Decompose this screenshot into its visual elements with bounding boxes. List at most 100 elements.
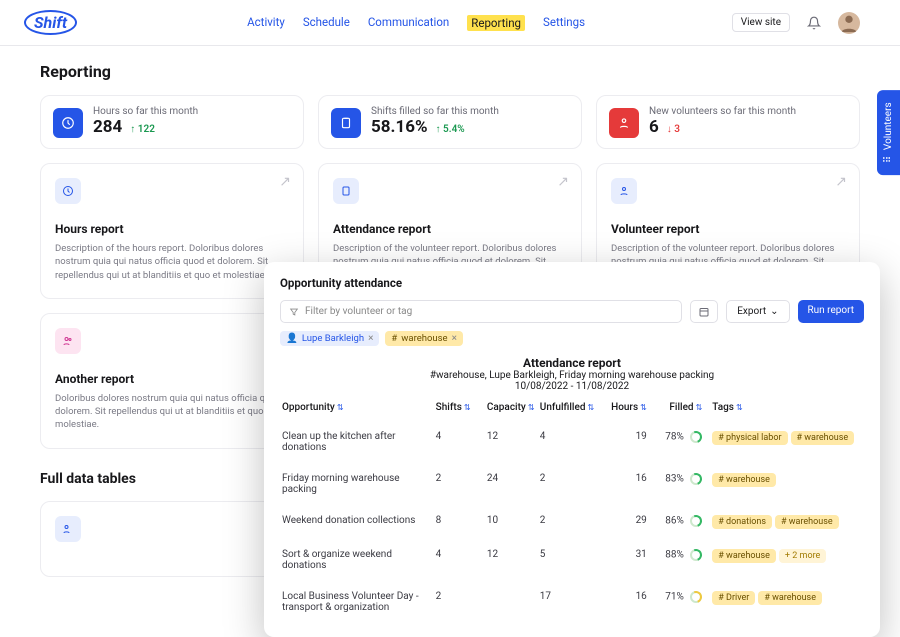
person-icon: 👤 [286,333,298,344]
stat-card-hours: Hours so far this month 284↑ 122 [40,95,304,149]
more-tags[interactable]: + 2 more [779,549,826,563]
export-button[interactable]: Export⌄ [726,300,789,323]
stat-card-volunteers: New volunteers so far this month 6↓ 3 [596,95,860,149]
cell-hours: 16 [598,581,649,623]
attendance-table: Opportunity⇅ Shifts⇅ Capacity⇅ Unfulfill… [280,398,864,623]
sort-icon: ⇅ [696,403,703,412]
run-report-button[interactable]: Run report [798,300,865,323]
cell-capacity: 12 [485,421,538,463]
cell-shifts: 8 [434,505,485,539]
chip-remove-icon[interactable]: × [368,333,373,344]
table-row: Sort & organize weekend donations 4 12 5… [280,539,864,581]
filter-placeholder: Filter by volunteer or tag [305,306,412,317]
cell-capacity: 12 [485,539,538,581]
cell-capacity [485,581,538,623]
col-unfulfilled[interactable]: Unfulfilled⇅ [538,398,598,421]
tag-pill[interactable]: # physical labor [712,431,787,445]
stat-delta: ↓ 3 [667,124,680,135]
chip-remove-icon[interactable]: × [452,333,457,344]
report-desc: Doloribus dolores nostrum quia qui natus… [55,392,295,432]
side-tab-label: Volunteers [883,102,894,150]
cell-tags: # warehouse+ 2 more [710,539,864,581]
filter-input[interactable]: Filter by volunteer or tag [280,300,682,323]
tag-pill[interactable]: # warehouse [712,473,776,487]
notifications-icon[interactable] [804,13,824,33]
open-arrow-icon: ↗ [835,174,847,190]
stat-value: 58.16% [371,117,428,137]
clock-icon [55,178,81,204]
progress-ring-icon [690,515,702,527]
calendar-button[interactable] [690,300,718,323]
modal-controls: Filter by volunteer or tag Export⌄ Run r… [280,300,864,323]
stat-card-shifts: Shifts filled so far this month 58.16% ↑ … [318,95,582,149]
table-row: Weekend donation collections 8 10 2 29 8… [280,505,864,539]
sort-icon: ⇅ [640,403,647,412]
col-shifts[interactable]: Shifts⇅ [434,398,485,421]
stat-row: Hours so far this month 284↑ 122 Shifts … [40,95,860,149]
nav-communication[interactable]: Communication [368,15,449,31]
topbar-right: View site [732,12,860,34]
report-title: Attendance report [333,222,567,236]
stat-label: New volunteers so far this month [649,106,796,117]
cell-shifts: 4 [434,421,485,463]
tag-pill[interactable]: # warehouse [758,591,822,605]
tag-pill[interactable]: # warehouse [775,515,839,529]
modal-title: Opportunity attendance [280,276,864,290]
cell-hours: 19 [598,421,649,463]
people-icon [55,516,81,542]
cell-hours: 16 [598,463,649,505]
report-title: Another report [55,372,295,386]
attendance-modal: Opportunity attendance Filter by volunte… [264,262,880,637]
cell-unfulfilled: 2 [538,505,598,539]
cell-opportunity: Clean up the kitchen after donations [280,421,434,463]
col-hours[interactable]: Hours⇅ [598,398,649,421]
person-icon [611,178,637,204]
report-header: Attendance report #warehouse, Lupe Barkl… [280,356,864,392]
tag-pill[interactable]: # Driver [712,591,755,605]
stat-value: 284 [93,117,122,137]
people-icon: ⠿ [883,156,894,163]
cell-unfulfilled: 2 [538,463,598,505]
cell-opportunity: Local Business Volunteer Day - transport… [280,581,434,623]
sort-icon: ⇅ [528,403,535,412]
cell-unfulfilled: 5 [538,539,598,581]
cell-filled: 88% [649,539,710,581]
clipboard-icon [333,178,359,204]
person-icon [609,108,639,138]
cell-tags: # Driver# warehouse [710,581,864,623]
open-arrow-icon: ↗ [557,174,569,190]
cell-filled: 86% [649,505,710,539]
col-filled[interactable]: Filled⇅ [649,398,710,421]
nav-reporting[interactable]: Reporting [467,15,525,31]
stat-delta: ↑ 5.4% [436,124,465,135]
progress-ring-icon [690,473,702,485]
col-opportunity[interactable]: Opportunity⇅ [280,398,434,421]
cell-opportunity: Friday morning warehouse packing [280,463,434,505]
chip-person[interactable]: 👤Lupe Barkleigh× [280,331,379,346]
table-row: Friday morning warehouse packing 2 24 2 … [280,463,864,505]
tag-pill[interactable]: # donations [712,515,772,529]
nav-schedule[interactable]: Schedule [303,15,350,31]
volunteers-side-tab[interactable]: ⠿ Volunteers [877,90,900,175]
open-arrow-icon: ↗ [279,174,291,190]
topbar: Shift Activity Schedule Communication Re… [0,0,900,46]
cell-filled: 83% [649,463,710,505]
nav-settings[interactable]: Settings [543,15,585,31]
chip-tag[interactable]: # warehouse× [385,331,463,346]
cell-hours: 31 [598,539,649,581]
tag-pill[interactable]: # warehouse [791,431,855,445]
clipboard-icon [331,108,361,138]
view-site-button[interactable]: View site [732,13,790,32]
nav-activity[interactable]: Activity [247,15,285,31]
progress-ring-icon [690,431,702,443]
col-tags[interactable]: Tags⇅ [710,398,864,421]
cell-filled: 78% [649,421,710,463]
cell-capacity: 10 [485,505,538,539]
col-capacity[interactable]: Capacity⇅ [485,398,538,421]
cell-capacity: 24 [485,463,538,505]
report-subtitle: #warehouse, Lupe Barkleigh, Friday morni… [280,370,864,381]
sort-icon: ⇅ [337,403,344,412]
avatar[interactable] [838,12,860,34]
stat-label: Shifts filled so far this month [371,106,499,117]
tag-pill[interactable]: # warehouse [712,549,776,563]
